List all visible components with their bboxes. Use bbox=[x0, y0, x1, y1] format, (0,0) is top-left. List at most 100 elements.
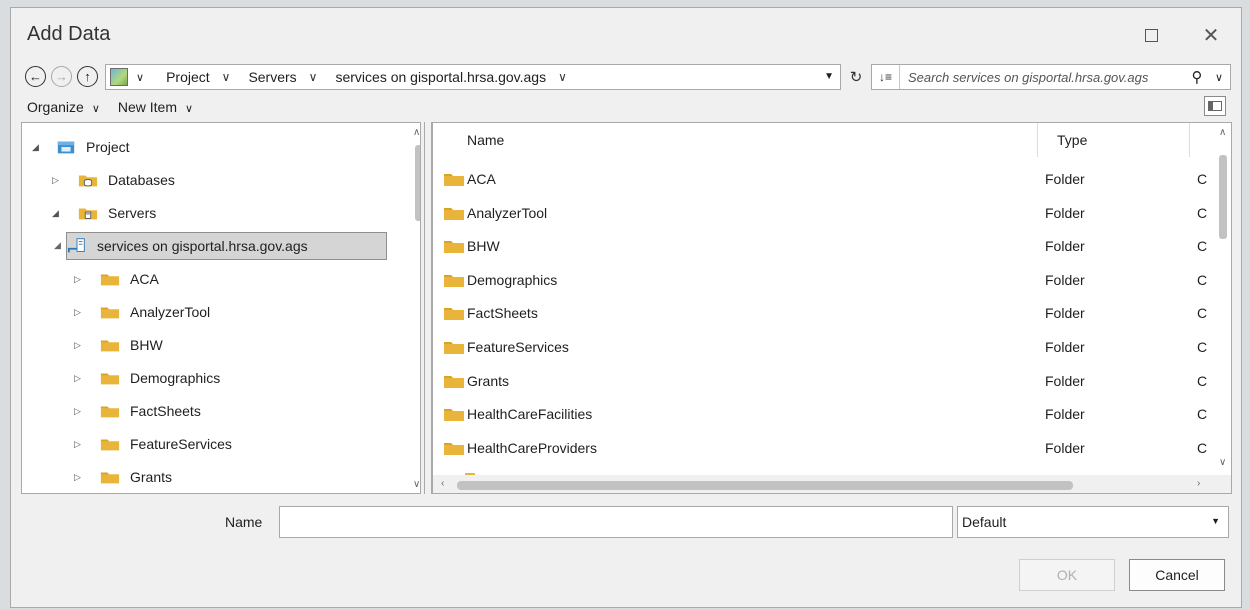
folder-icon bbox=[444, 375, 464, 388]
folder-icon bbox=[100, 406, 120, 418]
search-icon[interactable]: ⚲ bbox=[1186, 68, 1208, 86]
tree-item[interactable]: ▷ FactSheets bbox=[74, 397, 201, 425]
chevron-down-icon[interactable]: ∨ bbox=[222, 70, 231, 84]
breadcrumb-servers[interactable]: Servers ∨ bbox=[248, 69, 317, 85]
refresh-button[interactable]: ↻ bbox=[845, 66, 867, 88]
scroll-down-icon[interactable]: ∨ bbox=[413, 479, 420, 490]
tree-item[interactable]: ▷ Demographics bbox=[74, 364, 220, 392]
forward-button[interactable]: → bbox=[51, 66, 72, 87]
chevron-down-icon[interactable]: ∨ bbox=[309, 70, 318, 84]
tree-scrollbar[interactable]: ∧ ∨ bbox=[412, 123, 420, 493]
column-divider[interactable] bbox=[1037, 123, 1038, 157]
chevron-down-icon[interactable]: ∨ bbox=[558, 70, 567, 84]
scroll-down-icon[interactable]: ∨ bbox=[1219, 457, 1226, 468]
expand-toggle-icon[interactable]: ◢ bbox=[32, 142, 46, 153]
cancel-button[interactable]: Cancel bbox=[1129, 559, 1225, 591]
expand-toggle-icon[interactable]: ◢ bbox=[54, 240, 61, 251]
folder-icon bbox=[444, 241, 464, 254]
expand-toggle-icon[interactable]: ◢ bbox=[52, 208, 66, 219]
tree-item-label: Project bbox=[86, 139, 130, 155]
new-item-menu[interactable]: New Item ∨ bbox=[118, 99, 193, 115]
item-name: HealthCareFacilities bbox=[467, 406, 593, 423]
tree-item-label: FactSheets bbox=[130, 403, 201, 419]
folder-icon bbox=[444, 308, 464, 321]
content-horizontal-scrollbar[interactable]: ‹ › bbox=[433, 475, 1231, 493]
column-header-name[interactable]: Name bbox=[467, 123, 504, 157]
expand-toggle-icon[interactable]: ▷ bbox=[74, 274, 88, 285]
list-item[interactable]: AnalyzerTool Folder C bbox=[433, 197, 1213, 230]
tree-scrollbar-thumb[interactable] bbox=[415, 145, 420, 221]
list-item[interactable]: FactSheets Folder C bbox=[433, 297, 1213, 330]
item-extra-column: C bbox=[1197, 305, 1208, 322]
content-vertical-scrollbar-thumb[interactable] bbox=[1219, 155, 1227, 239]
tree-item[interactable]: ▷ FeatureServices bbox=[74, 430, 232, 458]
filter-dropdown[interactable]: Default ▼ bbox=[957, 506, 1229, 538]
list-item[interactable]: FeatureServices Folder C bbox=[433, 331, 1213, 364]
search-options-dropdown-icon[interactable]: ∨ bbox=[1208, 71, 1230, 84]
expand-toggle-icon[interactable]: ▷ bbox=[74, 307, 88, 318]
content-vertical-scrollbar[interactable]: ∧ ∨ bbox=[1211, 123, 1231, 475]
column-header-type[interactable]: Type bbox=[1057, 123, 1087, 157]
list-item[interactable]: Demographics Folder C bbox=[433, 264, 1213, 297]
chevron-down-icon[interactable]: ∨ bbox=[136, 71, 144, 84]
tree-item[interactable]: ◢ Project bbox=[32, 133, 130, 161]
tree-item[interactable]: ▷ Databases bbox=[52, 166, 175, 194]
item-extra-column: C bbox=[1197, 271, 1208, 288]
scroll-left-icon[interactable]: ‹ bbox=[441, 478, 444, 489]
server-connection-icon bbox=[67, 238, 85, 253]
folder-icon bbox=[100, 307, 120, 319]
ok-button[interactable]: OK bbox=[1019, 559, 1115, 591]
expand-toggle-icon[interactable]: ▷ bbox=[74, 406, 88, 417]
list-item[interactable]: ACA Folder C bbox=[433, 163, 1213, 196]
tree-item[interactable]: ▷ AnalyzerTool bbox=[74, 298, 210, 326]
expand-toggle-icon[interactable]: ▷ bbox=[74, 373, 88, 384]
address-box[interactable]: ∨ Project ∨ Servers ∨ services on gisporta… bbox=[105, 64, 841, 90]
back-button[interactable]: ← bbox=[25, 66, 46, 87]
tree-item[interactable]: ◢ Servers bbox=[52, 199, 156, 227]
expand-toggle-icon[interactable]: ▷ bbox=[74, 472, 88, 483]
content-horizontal-scrollbar-thumb[interactable] bbox=[457, 481, 1073, 490]
item-type: Folder bbox=[1045, 406, 1085, 423]
tree-item-label: Demographics bbox=[130, 370, 221, 386]
scroll-up-icon[interactable]: ∧ bbox=[1219, 127, 1226, 138]
list-item[interactable]: Grants Folder C bbox=[433, 365, 1213, 398]
item-extra-column: C bbox=[1197, 238, 1208, 255]
up-level-button[interactable]: ↑ bbox=[77, 66, 98, 87]
name-input[interactable] bbox=[279, 506, 953, 538]
navigation-tree: ◢ Project ▷ Databases ◢ Servers ◢ services on g… bbox=[21, 122, 421, 494]
item-type: Folder bbox=[1045, 305, 1085, 322]
item-type: Folder bbox=[1045, 339, 1085, 355]
sort-icon[interactable]: ↓≡ bbox=[872, 65, 900, 89]
expand-toggle-icon[interactable]: ▷ bbox=[52, 175, 66, 186]
breadcrumb-server-connection[interactable]: services on gisportal.hrsa.gov.ags ∨ bbox=[335, 69, 566, 85]
breadcrumb-project[interactable]: Project ∨ bbox=[166, 69, 230, 85]
item-type: Folder bbox=[1045, 271, 1085, 288]
scroll-right-icon[interactable]: › bbox=[1197, 478, 1200, 489]
search-input[interactable] bbox=[900, 66, 1186, 88]
tree-item[interactable]: ▷ BHW bbox=[74, 331, 163, 359]
item-type: Folder bbox=[1045, 439, 1085, 456]
folder-icon bbox=[100, 472, 120, 484]
list-item[interactable]: HealthCareFacilities Folder C bbox=[433, 398, 1213, 431]
list-item[interactable]: HealthCareProviders Folder C bbox=[433, 432, 1213, 465]
pane-splitter[interactable] bbox=[424, 122, 432, 494]
tree-item[interactable]: ▷ ACA bbox=[74, 265, 159, 293]
tree-item[interactable]: ▷ Grants bbox=[74, 463, 172, 491]
database-icon bbox=[78, 175, 98, 187]
tree-item[interactable]: services on gisportal.hrsa.gov.ags bbox=[66, 232, 387, 260]
details-pane-toggle[interactable] bbox=[1204, 96, 1226, 116]
expand-toggle-icon[interactable]: ▷ bbox=[74, 340, 88, 351]
refresh-icon: ↻ bbox=[849, 69, 863, 86]
organize-menu[interactable]: Organize ∨ bbox=[27, 99, 100, 115]
column-divider[interactable] bbox=[1189, 123, 1190, 157]
server-icon bbox=[78, 208, 98, 220]
list-item[interactable]: BHW Folder C bbox=[433, 230, 1213, 263]
scroll-up-icon[interactable]: ∧ bbox=[413, 127, 420, 138]
close-button[interactable]: ✕ bbox=[1191, 18, 1231, 52]
map-location-icon bbox=[110, 68, 128, 86]
maximize-button[interactable] bbox=[1131, 18, 1171, 52]
folder-icon bbox=[100, 274, 120, 286]
item-name: BHW bbox=[467, 238, 500, 255]
address-history-dropdown-icon[interactable]: ▼ bbox=[824, 71, 834, 82]
expand-toggle-icon[interactable]: ▷ bbox=[74, 439, 88, 450]
